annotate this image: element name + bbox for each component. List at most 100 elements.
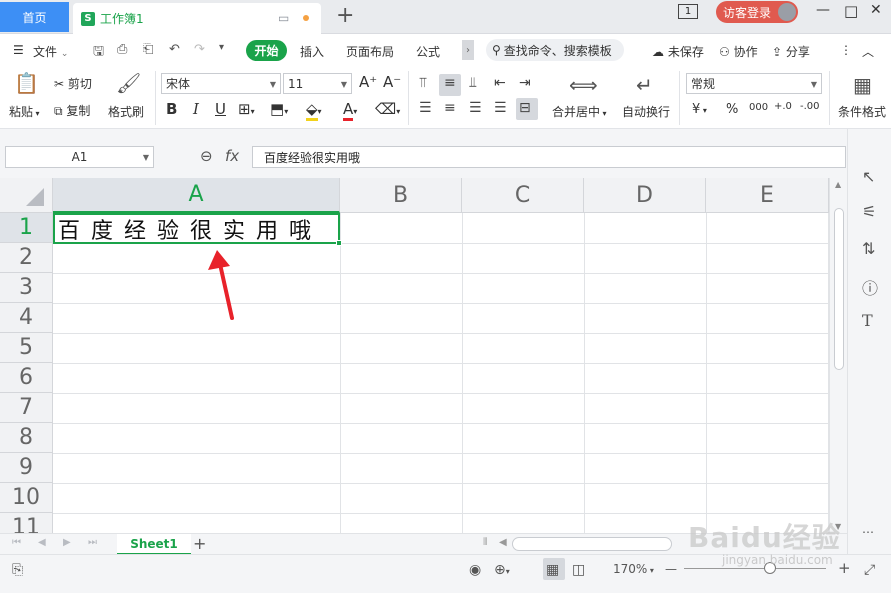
hamburger-icon[interactable]: ☰ [13, 43, 24, 57]
scroll-up-icon[interactable]: ▲ [835, 180, 841, 189]
row-header-11[interactable]: 11 [0, 513, 53, 533]
pointer-icon[interactable]: ↖ [862, 167, 875, 186]
text-icon[interactable]: T [862, 311, 873, 330]
menu-file[interactable]: 文件 ⌄ [33, 43, 68, 60]
indent-decrease-icon[interactable]: ⇤ [494, 75, 506, 91]
print-icon[interactable]: ⎙ [117, 42, 127, 57]
font-size-select[interactable]: 11 ▼ [283, 73, 352, 94]
clear-format-icon[interactable]: ⌫▾ [375, 100, 400, 118]
row-header-6[interactable]: 6 [0, 363, 53, 393]
tab-home[interactable]: 首页 [0, 2, 69, 32]
cut-button[interactable]: ✂ 剪切 [54, 75, 92, 92]
prev-sheet-icon[interactable]: ◀ [38, 537, 46, 548]
vertical-scroll-thumb[interactable] [834, 208, 844, 370]
paste-button[interactable]: 粘贴 ▾ [9, 103, 40, 120]
thousands-button[interactable]: 000 [749, 102, 768, 113]
save-icon[interactable]: 🖫 [93, 42, 104, 64]
align-top-icon[interactable]: ⫪ [419, 75, 427, 91]
align-middle-icon[interactable]: ≡ [444, 75, 456, 91]
conditional-format-icon[interactable]: ▦ [853, 73, 872, 97]
normal-view-icon[interactable]: ▦ [546, 562, 559, 578]
tab-workbook[interactable]: S 工作簿1 ▭ [73, 3, 321, 34]
menu-insert[interactable]: 插入 [300, 43, 324, 60]
close-button[interactable]: ✕ [870, 2, 882, 18]
column-header-d[interactable]: D [584, 178, 706, 213]
menu-scroll-right-icon[interactable]: › [462, 40, 474, 60]
next-sheet-icon[interactable]: ▶ [63, 537, 71, 548]
column-header-e[interactable]: E [706, 178, 829, 213]
minimize-button[interactable]: — [816, 2, 830, 18]
justify-icon[interactable]: ☰ [494, 100, 507, 116]
page-break-view-icon[interactable]: ◫ [572, 562, 585, 578]
window-count-badge[interactable]: 1 [678, 4, 698, 19]
name-box[interactable]: A1 ▼ [5, 146, 154, 168]
command-search[interactable]: ⚲ 查找命令、搜索模板 [486, 39, 624, 61]
font-name-select[interactable]: 宋体 ▼ [161, 73, 281, 94]
select-all-corner[interactable] [0, 178, 53, 213]
insert-function-button[interactable]: fx [225, 147, 239, 165]
increase-font-icon[interactable]: A⁺ [359, 73, 377, 91]
conditional-format-button[interactable]: 条件格式 [838, 103, 886, 120]
font-color-icon[interactable]: A▾ [343, 100, 357, 121]
merge-center-icon[interactable]: ⟺ [569, 73, 598, 97]
row-header-7[interactable]: 7 [0, 393, 53, 423]
percent-button[interactable]: % [726, 102, 738, 117]
first-sheet-icon[interactable]: ⏮ [12, 537, 21, 548]
monitor-icon[interactable]: ▭ [278, 11, 289, 25]
wrap-text-button[interactable]: 自动换行 [622, 103, 670, 120]
spreadsheet-grid[interactable]: A B C D E 1 2 3 4 5 6 7 8 9 10 11 百度经验很实… [0, 178, 847, 533]
row-header-5[interactable]: 5 [0, 333, 53, 363]
help-icon[interactable]: ⓘ [862, 275, 878, 299]
decrease-decimal-button[interactable]: -.00 [800, 101, 820, 112]
decrease-font-icon[interactable]: A⁻ [383, 73, 401, 91]
copy-button[interactable]: ⧉ 复制 [54, 102, 90, 119]
menu-start[interactable]: 开始 [246, 40, 287, 61]
underline-button[interactable]: U [215, 100, 226, 118]
column-header-a[interactable]: A [53, 178, 340, 213]
cell-a1[interactable]: 百度经验很实用哦 [53, 213, 340, 244]
split-handle-icon[interactable]: ⦀ [483, 537, 487, 548]
column-header-c[interactable]: C [462, 178, 584, 213]
align-right-icon[interactable]: ☰ [469, 100, 482, 116]
row-header-1[interactable]: 1 [0, 213, 53, 243]
column-header-b[interactable]: B [340, 178, 462, 213]
row-header-3[interactable]: 3 [0, 273, 53, 303]
guest-login-button[interactable]: 访客登录 [716, 1, 798, 23]
maximize-button[interactable]: □ [844, 2, 858, 20]
print-preview-icon[interactable]: ⎗ [143, 42, 153, 57]
add-sheet-button[interactable]: + [193, 534, 206, 553]
unsaved-button[interactable]: ☁ 未保存 [652, 43, 704, 60]
indent-increase-icon[interactable]: ⇥ [519, 75, 531, 91]
row-header-10[interactable]: 10 [0, 483, 53, 513]
macro-icon[interactable]: ⎘ [12, 562, 23, 578]
fill-color-icon[interactable]: ⬙▾ [306, 100, 322, 121]
formula-input[interactable]: 百度经验很实用哦 [252, 146, 846, 168]
zoom-level-select[interactable]: 170% ▾ [613, 562, 654, 576]
transform-icon[interactable]: ⇅ [862, 239, 875, 258]
paste-icon[interactable]: 📋 [14, 71, 39, 95]
quick-access-more-icon[interactable]: ▾ [219, 42, 224, 53]
fill-handle[interactable] [336, 240, 342, 246]
zoom-out-button[interactable]: — [665, 562, 677, 576]
format-painter-button[interactable]: 格式刷 [108, 103, 144, 120]
scroll-left-icon[interactable]: ◀ [499, 537, 507, 548]
adjust-icon[interactable]: ⚟ [862, 202, 876, 221]
undo-icon[interactable]: ↶ [169, 42, 180, 57]
increase-decimal-button[interactable]: +.0 [774, 101, 792, 112]
sheet-tab-sheet1[interactable]: Sheet1 [117, 534, 191, 555]
format-painter-icon[interactable]: 🖌 [116, 71, 141, 95]
horizontal-scrollbar[interactable] [512, 537, 672, 551]
collaborate-button[interactable]: ⚇ 协作 [719, 43, 758, 60]
zoom-slider[interactable] [684, 568, 826, 569]
share-button[interactable]: ⇪ 分享 [772, 43, 810, 60]
menu-formula[interactable]: 公式 [416, 43, 440, 60]
vertical-scrollbar[interactable]: ▲ ▼ [829, 178, 847, 533]
redo-icon[interactable]: ↷ [194, 42, 205, 57]
last-sheet-icon[interactable]: ⏭ [88, 537, 97, 548]
align-left-icon[interactable]: ☰ [419, 100, 432, 116]
distributed-icon[interactable]: ⊟ [519, 100, 531, 116]
align-center-icon[interactable]: ≡ [444, 100, 456, 116]
italic-button[interactable]: I [193, 100, 199, 118]
more-button[interactable]: ⋮ [840, 43, 852, 57]
currency-button[interactable]: ¥ ▾ [692, 102, 707, 117]
